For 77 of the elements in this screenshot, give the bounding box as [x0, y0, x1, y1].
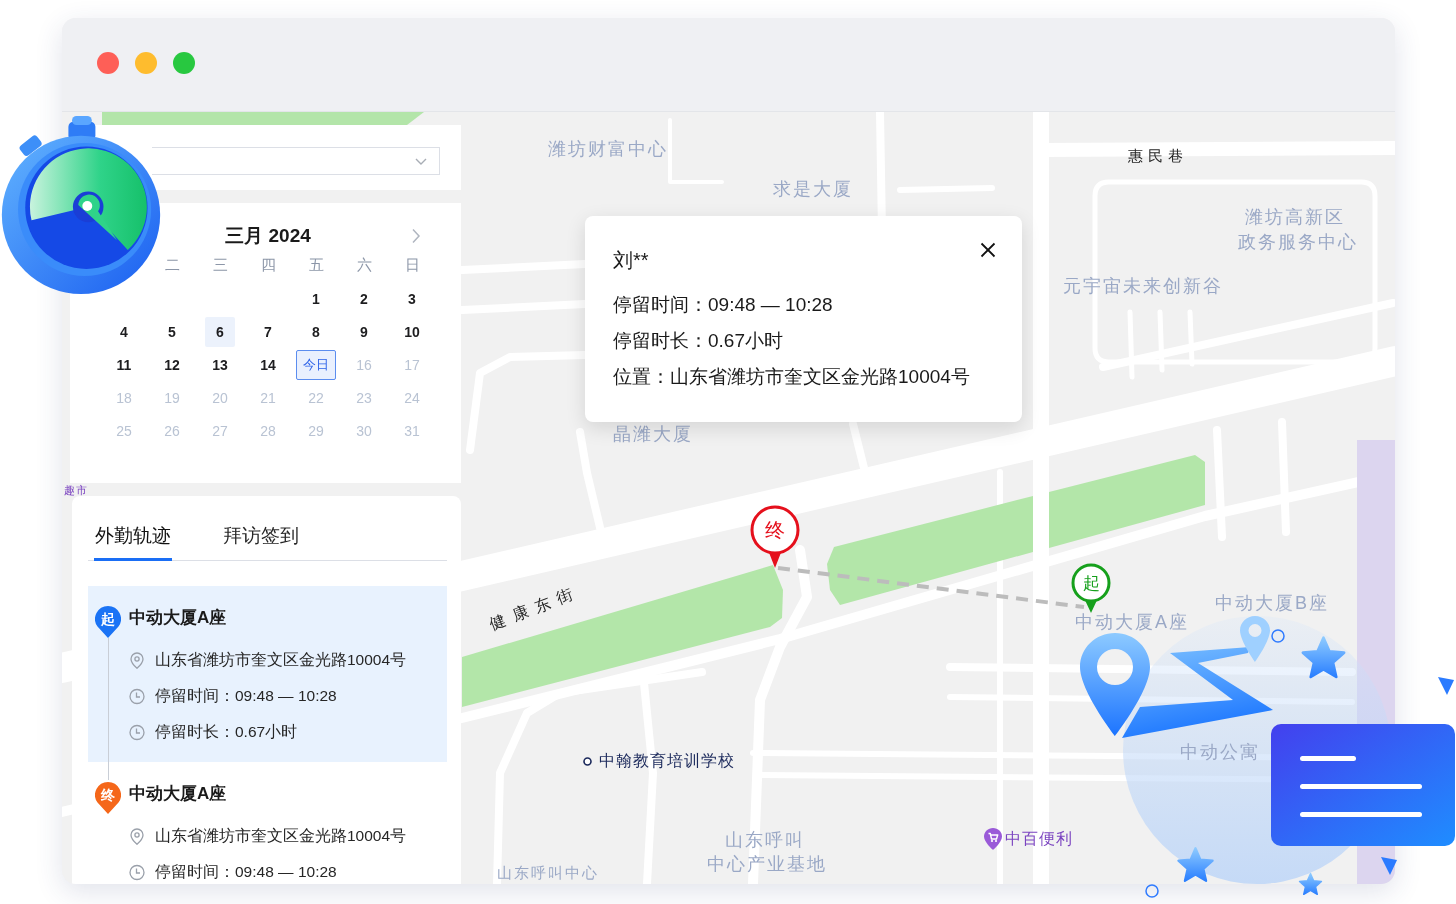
ring-icon — [1271, 629, 1285, 643]
tab[interactable]: 外勤轨迹 — [94, 522, 172, 561]
star-icon — [1298, 872, 1323, 897]
clock-icon — [129, 687, 145, 705]
calendar-day[interactable]: 1 — [301, 283, 331, 314]
pin-marker: 终 — [95, 782, 121, 814]
location-pin-icon — [129, 651, 145, 669]
calendar-day[interactable]: 10 — [397, 316, 427, 347]
weekday-label: 三 — [212, 256, 228, 275]
next-month-button[interactable] — [411, 228, 421, 244]
close-button[interactable] — [978, 240, 998, 260]
location-pin-icon — [1240, 616, 1270, 662]
address-text: 山东省潍坊市奎文区金光路10004号 — [155, 825, 407, 846]
map-label: 潍坊高新区 — [1245, 207, 1345, 229]
calendar-day[interactable]: 今日 — [296, 349, 336, 380]
calendar-day[interactable]: 11 — [109, 349, 139, 380]
calendar-day[interactable]: 3 — [397, 283, 427, 314]
clock-icon — [129, 723, 145, 741]
location-pin-icon — [129, 827, 145, 845]
close-icon — [980, 242, 996, 258]
star-icon — [1176, 846, 1215, 885]
weekday-label: 四 — [260, 256, 276, 275]
map-label: 中翰教育培训学校 — [599, 752, 735, 771]
visit-list-item[interactable]: 终 中动大厦A座 山东省潍坊市奎文区金光路10004号 停留时间：09:48 — 10:28 — [88, 762, 447, 884]
select-field[interactable] — [152, 147, 440, 175]
map-label: 求是大厦 — [773, 179, 853, 201]
weekday-label: 六 — [356, 256, 372, 275]
detail-text: 停留时间：09:48 — 10:28 — [155, 861, 337, 882]
calendar-day[interactable]: 14 — [253, 349, 283, 380]
map-label: 中心产业基地 — [707, 854, 827, 876]
weekday-label: 日 — [404, 256, 420, 275]
calendar-day[interactable]: 7 — [253, 316, 283, 347]
calendar-day[interactable]: 5 — [157, 316, 187, 347]
detail-text: 停留时间：09:48 — 10:28 — [155, 685, 337, 706]
pin-marker: 起 — [95, 606, 121, 638]
location-pin-icon — [1080, 633, 1150, 736]
clock-icon — [129, 863, 145, 881]
calendar-day[interactable]: 8 — [301, 316, 331, 347]
map-label: 惠民巷 — [1128, 147, 1188, 165]
map-label: 山东呼叫中心 — [497, 864, 599, 882]
calendar-day[interactable]: 9 — [349, 316, 379, 347]
chevron-down-icon — [415, 157, 427, 165]
calendar-day[interactable]: 6 — [205, 316, 235, 347]
map-label: 中百便利 — [1005, 829, 1073, 849]
map-label: 中动大厦A座 — [1075, 612, 1189, 634]
map-label: 潍坊财富中心 — [548, 139, 668, 161]
map-label: 元宇宙未来创新谷 — [1063, 276, 1223, 298]
chevron-right-icon — [411, 228, 421, 244]
map-label: 趣市 — [64, 484, 88, 497]
maximize-button[interactable] — [173, 51, 195, 74]
map-label: 中动公寓 — [1180, 742, 1260, 764]
place-title: 中动大厦A座 — [129, 783, 227, 805]
map-label: 政务服务中心 — [1238, 232, 1358, 254]
map-label: 晶潍大厦 — [613, 424, 693, 446]
calendar-day[interactable]: 12 — [157, 349, 187, 380]
triangle-icon — [1438, 677, 1454, 695]
calendar-day[interactable]: 4 — [109, 316, 139, 347]
map-label: 健康东街 — [486, 581, 584, 634]
tab[interactable]: 拜访签到 — [222, 522, 300, 561]
map-label: 中动大厦B座 — [1215, 593, 1329, 615]
map-label: 山东呼叫 — [725, 830, 805, 852]
place-title: 中动大厦A座 — [129, 607, 227, 629]
person-name: 刘** — [613, 248, 649, 273]
triangle-icon — [1381, 857, 1397, 875]
poi-dot-icon — [583, 756, 592, 766]
weekday-label: 二 — [164, 256, 180, 275]
address-text: 山东省潍坊市奎文区金光路10004号 — [155, 649, 407, 670]
minimize-button[interactable] — [135, 51, 157, 74]
ring-icon — [1145, 884, 1159, 898]
popup-detail-text: 停留时间：09:48 — 10:28 — [613, 293, 834, 317]
calendar-day[interactable]: 2 — [349, 283, 379, 314]
popup-detail-text: 停留时长：0.67小时 — [613, 329, 784, 353]
popup-detail-text: 位置：山东省潍坊市奎文区金光路10004号 — [613, 365, 971, 389]
detail-text: 停留时长：0.67小时 — [155, 721, 298, 742]
weekday-label: 五 — [308, 256, 324, 275]
calendar-day[interactable]: 13 — [205, 349, 235, 380]
calendar-title: 三月 2024 — [225, 224, 311, 248]
